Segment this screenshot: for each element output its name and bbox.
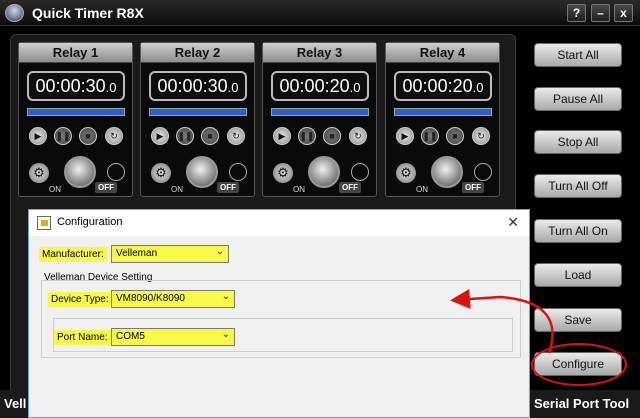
save-button[interactable]: Save (534, 308, 622, 332)
relay-title: Relay 2 (141, 43, 254, 63)
relay-title: Relay 4 (386, 43, 499, 63)
app-title: Quick Timer R8X (32, 5, 144, 21)
timer-value: 00:00:30 (35, 76, 106, 96)
reset-icon[interactable]: ↻ (472, 127, 490, 145)
timer-value: 00:00:20 (402, 76, 473, 96)
help-button[interactable]: ? (567, 4, 586, 22)
status-lamp-icon (229, 163, 247, 181)
off-label: OFF (339, 182, 361, 193)
stop-icon[interactable]: ■ (79, 127, 97, 145)
turn-all-on-button[interactable]: Turn All On (534, 219, 622, 243)
relay-knob[interactable] (64, 156, 96, 188)
relay-panel-3: Relay 3 00:00:20.0 ▶ ❚❚ ■ ↻ ⚙ ON OFF (262, 42, 377, 197)
on-label: ON (416, 185, 428, 194)
status-left-text: Vell (4, 396, 27, 411)
relay-title: Relay 1 (19, 43, 132, 63)
manufacturer-select[interactable]: Velleman ⌄ (111, 245, 229, 263)
pause-icon[interactable]: ❚❚ (298, 127, 316, 145)
stop-all-button[interactable]: Stop All (534, 130, 622, 154)
turn-all-off-button[interactable]: Turn All Off (534, 174, 622, 198)
status-lamp-icon (474, 163, 492, 181)
on-label: ON (293, 185, 305, 194)
stop-icon[interactable]: ■ (323, 127, 341, 145)
off-label: OFF (462, 182, 484, 193)
timer-tenths: .0 (105, 80, 117, 95)
timer-display: 00:00:30.0 (27, 71, 125, 101)
timer-tenths: .0 (472, 80, 484, 95)
progress-bar (271, 108, 369, 116)
app-logo-icon (5, 4, 24, 22)
relay-panel-2: Relay 2 00:00:30.0 ▶ ❚❚ ■ ↻ ⚙ ON OFF (140, 42, 255, 197)
off-label: OFF (95, 182, 117, 193)
timer-tenths: .0 (227, 80, 239, 95)
timer-value: 00:00:30 (157, 76, 228, 96)
device-type-label: Device Type: (48, 292, 112, 307)
device-type-value: VM8090/K8090 (116, 293, 185, 304)
close-button[interactable]: x (614, 4, 633, 22)
relay-title: Relay 3 (263, 43, 376, 63)
port-name-label: Port Name: (54, 330, 111, 345)
timer-display: 00:00:20.0 (394, 71, 492, 101)
on-label: ON (171, 185, 183, 194)
progress-bar (394, 108, 492, 116)
start-all-button[interactable]: Start All (534, 43, 622, 67)
reset-icon[interactable]: ↻ (349, 127, 367, 145)
pause-icon[interactable]: ❚❚ (176, 127, 194, 145)
relay-knob[interactable] (308, 156, 340, 188)
timer-display: 00:00:30.0 (149, 71, 247, 101)
config-window-icon (37, 216, 51, 230)
stop-icon[interactable]: ■ (201, 127, 219, 145)
dialog-title-bar: Configuration ✕ (29, 210, 529, 236)
gear-icon[interactable]: ⚙ (29, 163, 49, 183)
status-lamp-icon (107, 163, 125, 181)
port-name-value: COM5 (116, 331, 145, 342)
gear-icon[interactable]: ⚙ (396, 163, 416, 183)
serial-port-tool-link[interactable]: Serial Port Tool (534, 396, 629, 411)
play-icon[interactable]: ▶ (396, 127, 414, 145)
reset-icon[interactable]: ↻ (227, 127, 245, 145)
status-lamp-icon (351, 163, 369, 181)
title-bar: Quick Timer R8X ? – x (0, 0, 640, 26)
play-icon[interactable]: ▶ (273, 127, 291, 145)
minimize-button[interactable]: – (591, 4, 610, 22)
progress-bar (27, 108, 125, 116)
timer-tenths: .0 (349, 80, 361, 95)
play-icon[interactable]: ▶ (151, 127, 169, 145)
relay-knob[interactable] (431, 156, 463, 188)
chevron-down-icon: ⌄ (221, 291, 230, 302)
dialog-close-icon[interactable]: ✕ (507, 214, 519, 231)
timer-value: 00:00:20 (279, 76, 350, 96)
stop-icon[interactable]: ■ (446, 127, 464, 145)
chevron-down-icon: ⌄ (221, 329, 230, 340)
gear-icon[interactable]: ⚙ (151, 163, 171, 183)
manufacturer-label: Manufacturer: (39, 247, 107, 262)
play-icon[interactable]: ▶ (29, 127, 47, 145)
relay-knob[interactable] (186, 156, 218, 188)
device-type-select[interactable]: VM8090/K8090 ⌄ (111, 290, 235, 308)
manufacturer-value: Velleman (116, 248, 158, 259)
timer-display: 00:00:20.0 (271, 71, 369, 101)
relay-panel-1: Relay 1 00:00:30.0 ▶ ❚❚ ■ ↻ ⚙ ON OFF (18, 42, 133, 197)
configuration-dialog: Configuration ✕ Manufacturer: Velleman ⌄… (28, 209, 530, 418)
progress-bar (149, 108, 247, 116)
dialog-title: Configuration (57, 216, 123, 228)
port-name-select[interactable]: COM5 ⌄ (111, 328, 235, 346)
gear-icon[interactable]: ⚙ (273, 163, 293, 183)
pause-icon[interactable]: ❚❚ (54, 127, 72, 145)
load-button[interactable]: Load (534, 263, 622, 287)
reset-icon[interactable]: ↻ (105, 127, 123, 145)
off-label: OFF (217, 182, 239, 193)
chevron-down-icon: ⌄ (215, 246, 224, 257)
pause-icon[interactable]: ❚❚ (421, 127, 439, 145)
relay-panel-4: Relay 4 00:00:20.0 ▶ ❚❚ ■ ↻ ⚙ ON OFF (385, 42, 500, 197)
pause-all-button[interactable]: Pause All (534, 87, 622, 111)
annotation-ellipse (531, 343, 627, 386)
on-label: ON (49, 185, 61, 194)
